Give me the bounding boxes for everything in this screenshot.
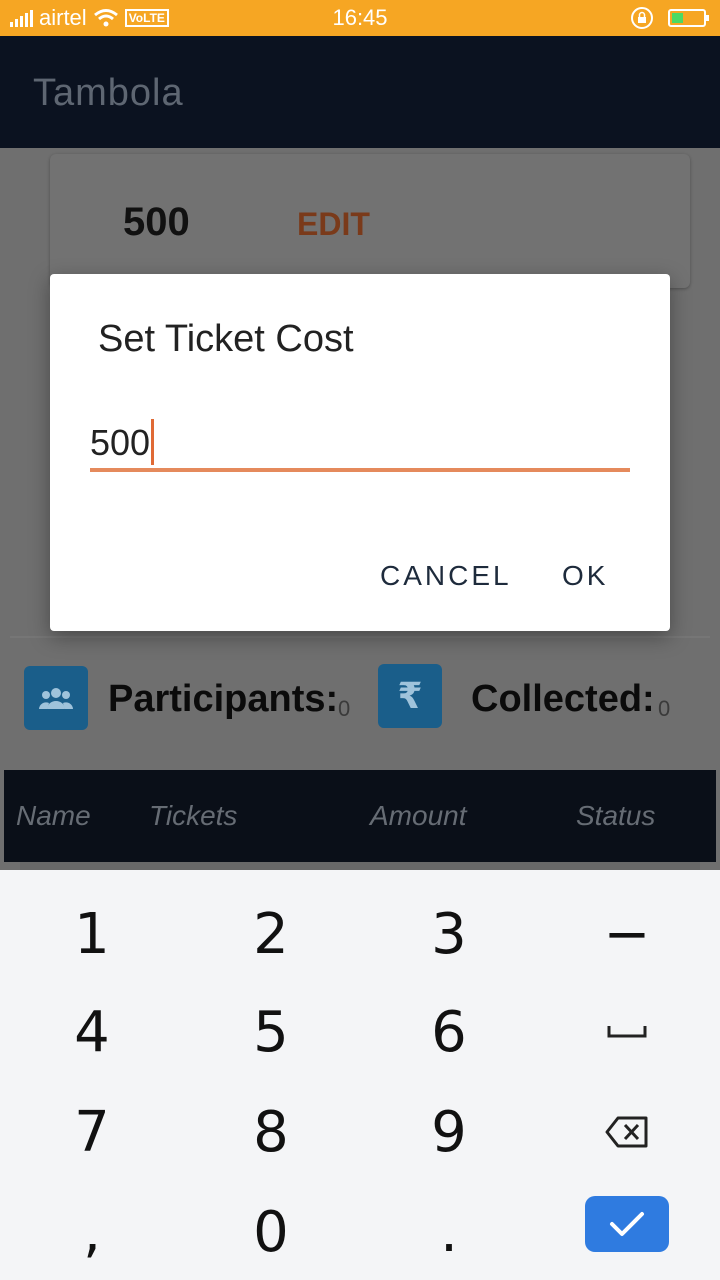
backspace-key[interactable]	[537, 1082, 717, 1182]
space-icon	[607, 1026, 647, 1038]
cancel-button[interactable]: CANCEL	[380, 560, 512, 592]
key-0[interactable]: 0	[181, 1182, 361, 1280]
dialog-title: Set Ticket Cost	[98, 318, 354, 360]
edit-button[interactable]: EDIT	[297, 206, 370, 243]
ticket-cost-input[interactable]: 500	[90, 414, 630, 472]
rupee-icon: ₹	[378, 664, 442, 728]
column-header-tickets: Tickets	[149, 800, 238, 831]
participants-count: 0	[338, 696, 351, 721]
collected-label: Collected:	[471, 678, 655, 720]
key-6[interactable]: 6	[359, 982, 539, 1082]
key-period[interactable]: .	[359, 1182, 539, 1280]
status-time: 16:45	[332, 5, 388, 30]
key-7[interactable]: 7	[2, 1082, 182, 1182]
key-4[interactable]: 4	[2, 982, 182, 1082]
key-1[interactable]: 1	[2, 884, 182, 984]
key-3[interactable]: 3	[359, 884, 539, 984]
text-caret	[151, 419, 155, 466]
key-comma[interactable]: ,	[2, 1182, 182, 1280]
battery-charging-icon	[668, 9, 709, 27]
ticket-cost-input-value: 500	[90, 422, 151, 463]
key-8[interactable]: 8	[181, 1082, 361, 1182]
status-bar: airtel VoLTE 16:45	[0, 0, 720, 36]
divider	[10, 636, 710, 638]
people-icon	[24, 666, 88, 730]
column-header-amount: Amount	[370, 800, 467, 831]
key-2[interactable]: 2	[181, 884, 361, 984]
ticket-cost-card: 500 EDIT	[50, 154, 690, 288]
participants-label: Participants:	[108, 678, 339, 720]
checkmark-icon	[610, 1212, 644, 1236]
key-5[interactable]: 5	[181, 982, 361, 1082]
set-ticket-cost-dialog: Set Ticket Cost 500 CANCEL OK	[50, 274, 670, 631]
ticket-cost-value: 500	[123, 200, 190, 244]
backspace-icon	[605, 1116, 648, 1148]
table-row	[20, 862, 700, 870]
table-header: Name Tickets Amount Status	[4, 770, 716, 862]
ok-button[interactable]: OK	[562, 560, 608, 592]
collected-count: 0	[658, 696, 671, 721]
space-key[interactable]	[537, 982, 717, 1082]
numeric-keyboard: 1 2 3 − 4 5 6 7 8 9 , 0 .	[0, 870, 720, 1280]
app-bar: Tambola	[0, 36, 720, 148]
rotation-lock-icon	[631, 7, 653, 29]
done-key[interactable]	[585, 1196, 669, 1252]
key-9[interactable]: 9	[359, 1082, 539, 1182]
column-header-status: Status	[576, 800, 656, 831]
app-title: Tambola	[33, 72, 184, 114]
column-header-name: Name	[16, 800, 91, 831]
key-minus[interactable]: −	[537, 884, 717, 984]
